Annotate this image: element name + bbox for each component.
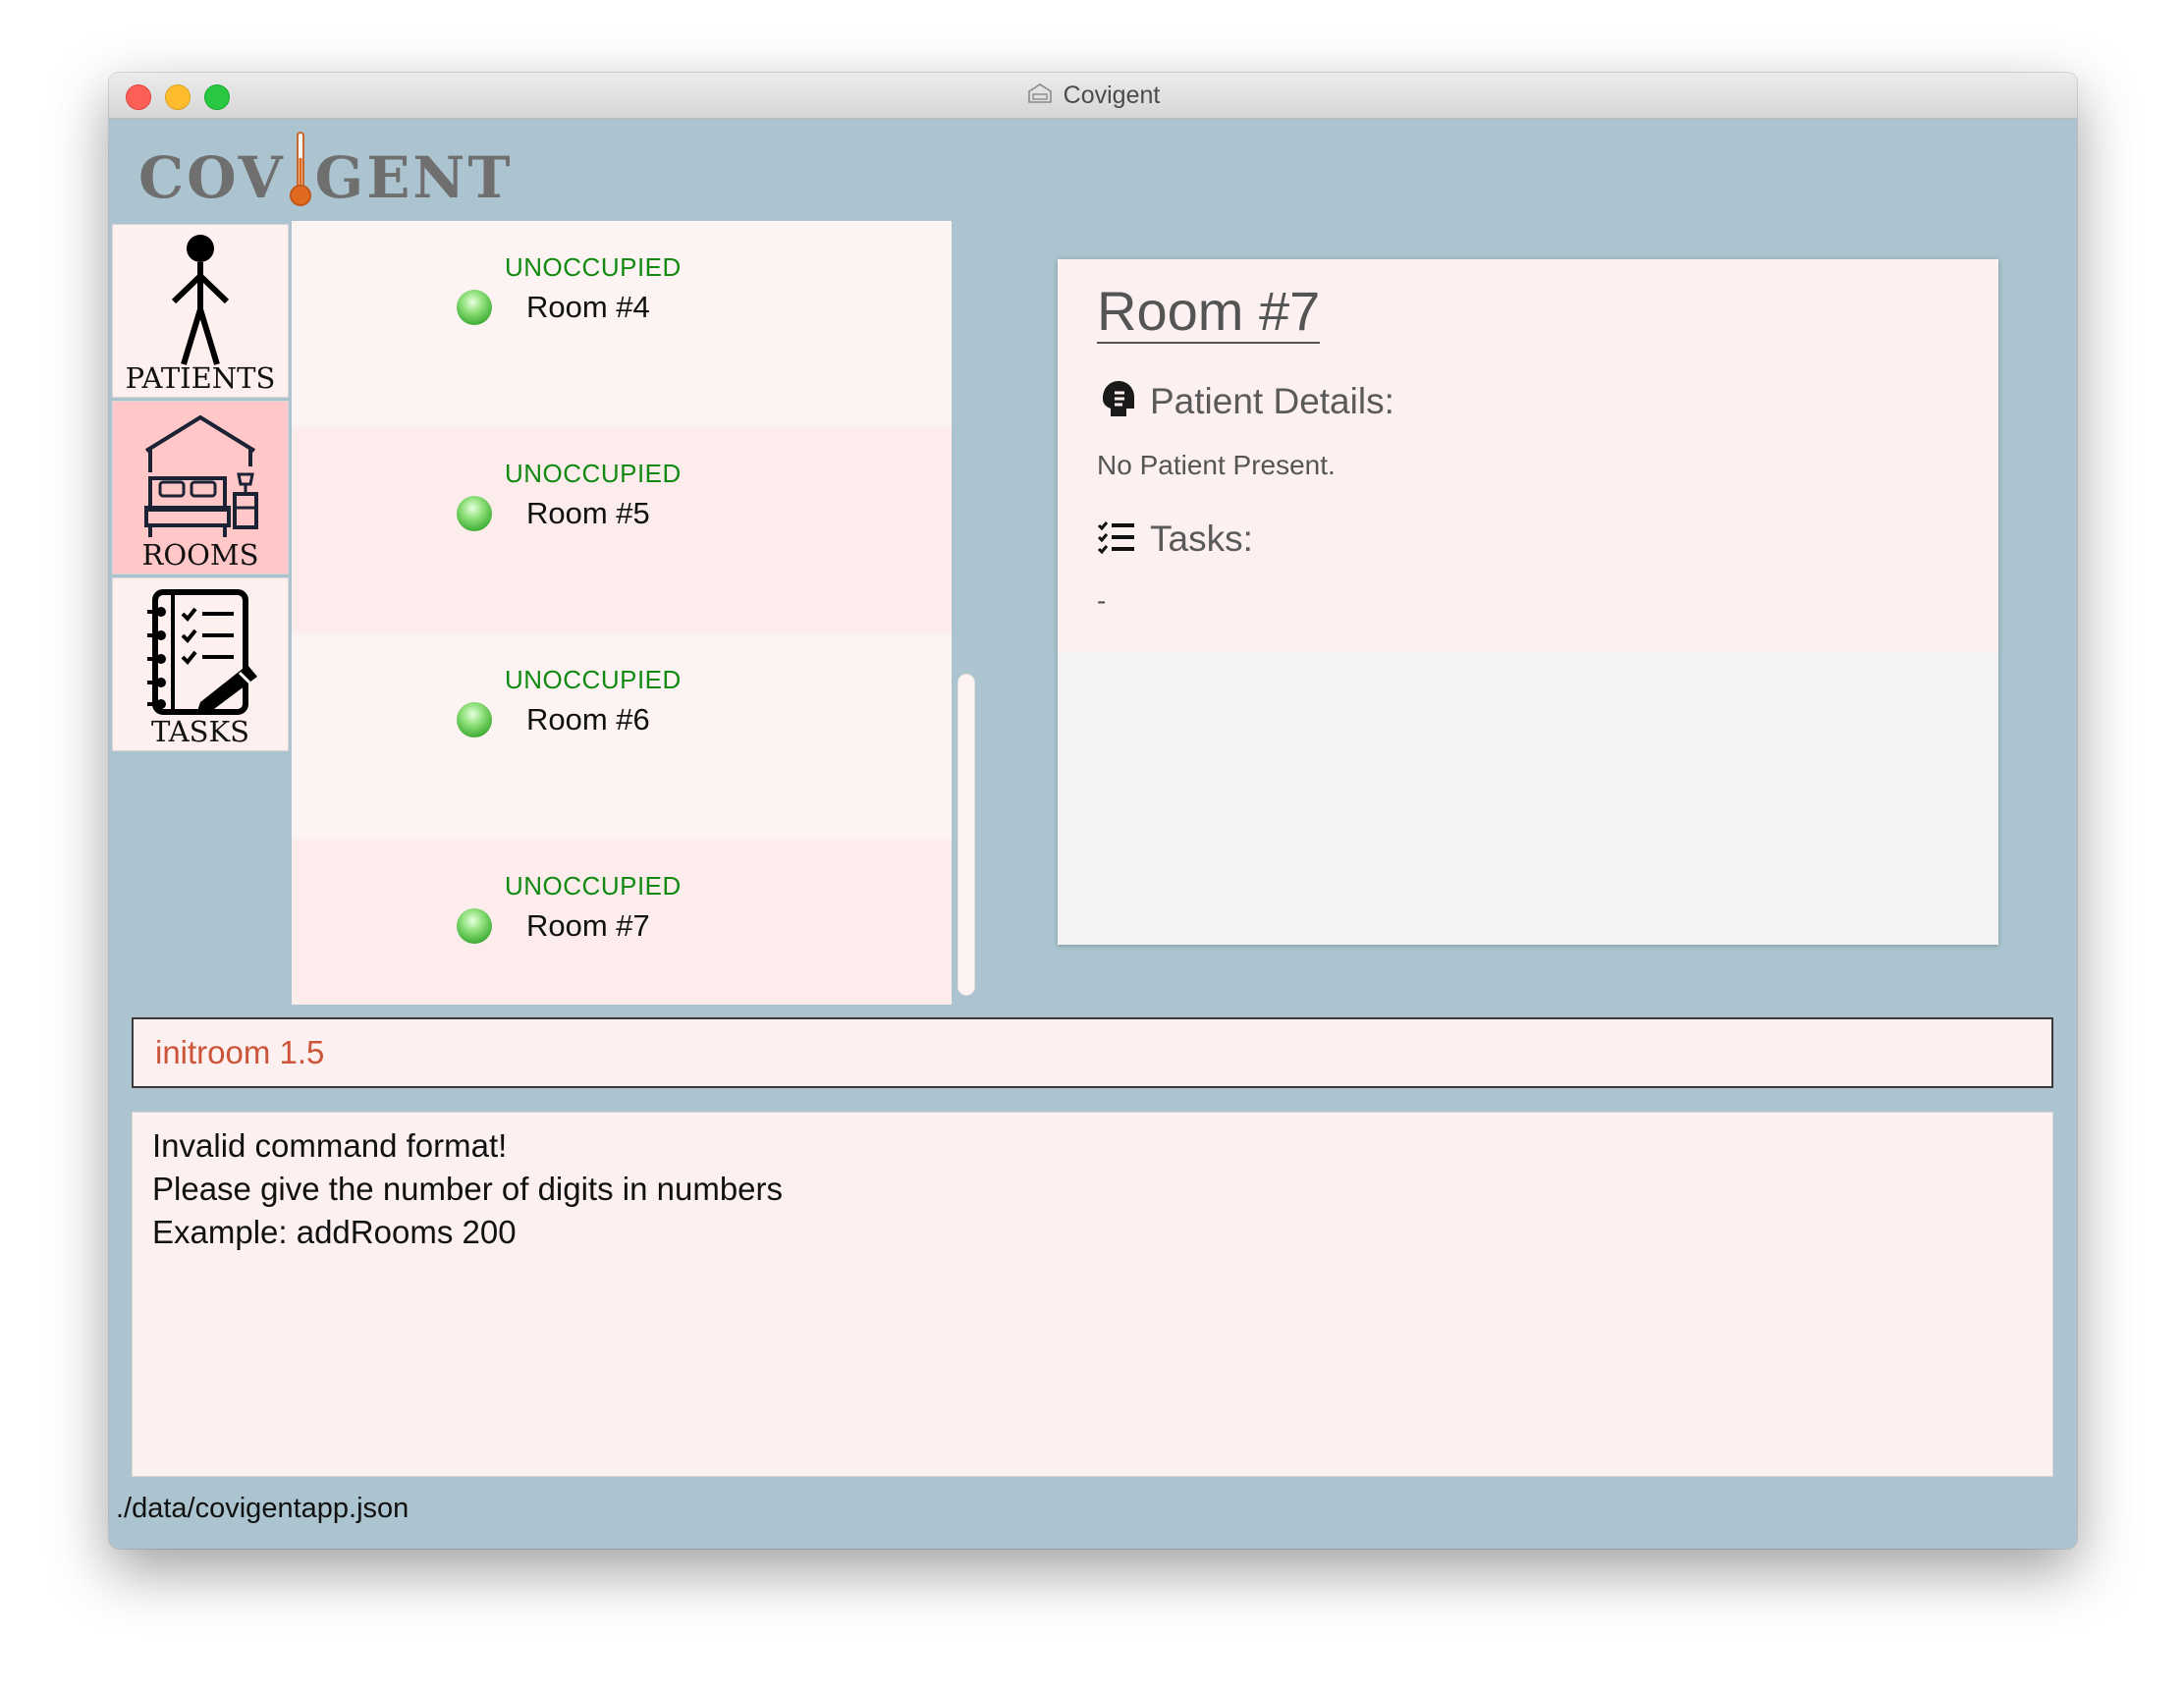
room-status: UNOCCUPIED bbox=[505, 871, 682, 901]
status-bar-path: ./data/covigentapp.json bbox=[116, 1493, 410, 1524]
status-dot-icon bbox=[457, 908, 492, 944]
sidebar-nav: PATIENTS ROOMS TASKS bbox=[112, 224, 289, 751]
nav-label-patients: PATIENTS bbox=[125, 361, 276, 395]
tasks-text: - bbox=[1097, 585, 1107, 616]
title-bar[interactable]: Covigent bbox=[109, 73, 2077, 119]
room-detail-title: Room #7 bbox=[1097, 280, 1321, 344]
nav-label-tasks: TASKS bbox=[150, 715, 250, 748]
app-window: Covigent COV GENT PATIENTS ROOMS TASKS U… bbox=[109, 73, 2077, 1549]
nav-item-rooms[interactable]: ROOMS bbox=[112, 401, 289, 574]
tasks-heading: Tasks: bbox=[1150, 519, 1253, 559]
room-detail-panel: Room #7 Patient Details: No Patient Pres… bbox=[1058, 259, 1998, 945]
room-status: UNOCCUPIED bbox=[505, 665, 682, 694]
room-card[interactable]: UNOCCUPIED Room #7 bbox=[292, 840, 952, 1005]
patient-details-text: No Patient Present. bbox=[1097, 450, 1336, 480]
bedroom-icon bbox=[113, 410, 288, 545]
result-display[interactable]: Invalid command format! Please give the … bbox=[132, 1112, 2053, 1477]
tasks-header: Tasks: bbox=[1097, 519, 1253, 560]
patient-head-icon bbox=[1097, 379, 1136, 423]
command-input-value: initroom 1.5 bbox=[155, 1034, 325, 1070]
nav-item-patients[interactable]: PATIENTS bbox=[112, 224, 289, 398]
task-list-icon bbox=[1097, 519, 1136, 560]
logo-text-left: COV bbox=[138, 144, 286, 211]
nav-item-tasks[interactable]: TASKS bbox=[112, 577, 289, 751]
app-logo: COV GENT bbox=[138, 131, 514, 222]
room-name: Room #6 bbox=[526, 702, 650, 737]
window-title: Covigent bbox=[1063, 81, 1161, 109]
checklist-notebook-icon bbox=[113, 586, 288, 722]
room-list-scrollbar[interactable] bbox=[957, 674, 975, 996]
nav-label-rooms: ROOMS bbox=[141, 538, 259, 572]
room-card[interactable]: UNOCCUPIED Room #4 bbox=[292, 221, 952, 427]
status-dot-icon bbox=[457, 290, 492, 325]
status-dot-icon bbox=[457, 496, 492, 531]
room-name: Room #5 bbox=[526, 496, 650, 530]
patient-details-heading: Patient Details: bbox=[1150, 380, 1394, 421]
room-name: Room #4 bbox=[526, 290, 650, 324]
room-status: UNOCCUPIED bbox=[505, 459, 682, 488]
result-line: Example: addRooms 200 bbox=[152, 1214, 517, 1250]
app-bed-icon bbox=[1026, 82, 1054, 110]
room-status: UNOCCUPIED bbox=[505, 252, 682, 282]
status-dot-icon bbox=[457, 702, 492, 737]
logo-text-right: GENT bbox=[314, 144, 514, 211]
result-line: Invalid command format! bbox=[152, 1127, 508, 1164]
room-name: Room #7 bbox=[526, 908, 650, 943]
patient-details-header: Patient Details: bbox=[1097, 379, 1394, 423]
room-card[interactable]: UNOCCUPIED Room #5 bbox=[292, 427, 952, 633]
room-list[interactable]: UNOCCUPIED Room #4 UNOCCUPIED Room #5 UN… bbox=[292, 221, 952, 1005]
room-detail-content: Room #7 Patient Details: No Patient Pres… bbox=[1058, 259, 1998, 652]
room-card[interactable]: UNOCCUPIED Room #6 bbox=[292, 633, 952, 840]
stick-figure-icon bbox=[113, 233, 288, 368]
result-line: Please give the number of digits in numb… bbox=[152, 1171, 784, 1207]
thermometer-icon bbox=[288, 131, 313, 209]
command-input[interactable]: initroom 1.5 bbox=[132, 1017, 2053, 1088]
